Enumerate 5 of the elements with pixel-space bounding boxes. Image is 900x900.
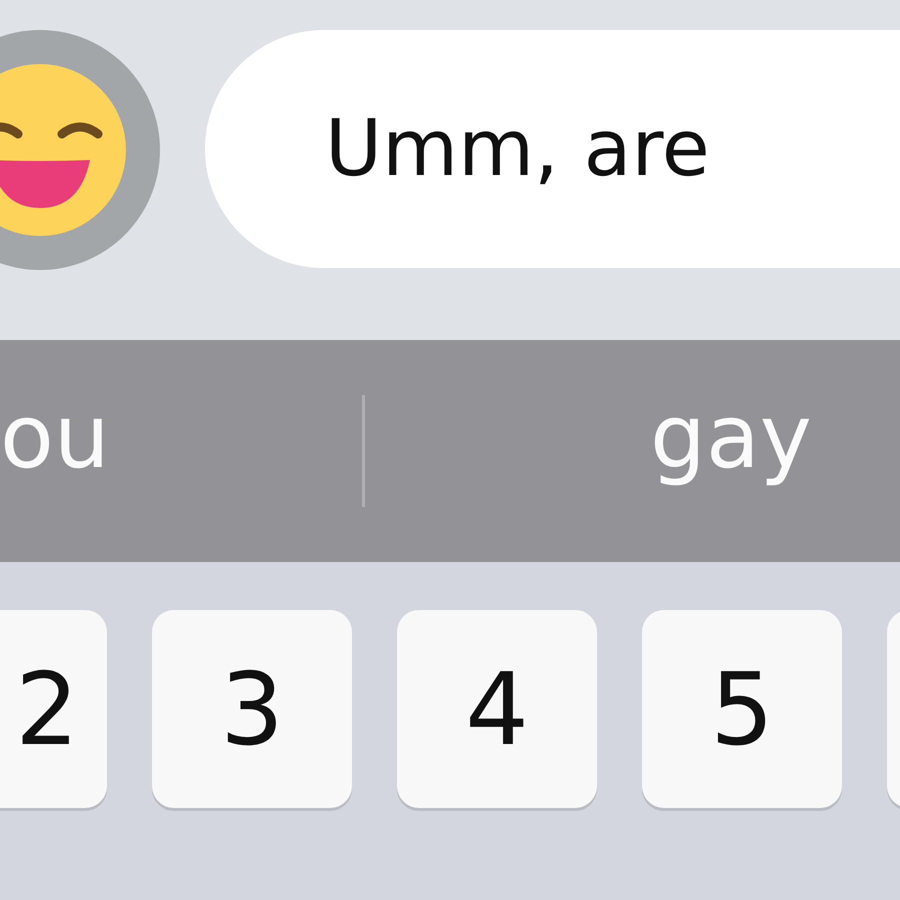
key[interactable]: 5 [642,610,842,808]
key[interactable]: 3 [152,610,352,808]
key[interactable]: 4 [397,610,597,808]
message-bubble: Umm, are [205,30,900,268]
key[interactable]: 2 [0,610,107,808]
